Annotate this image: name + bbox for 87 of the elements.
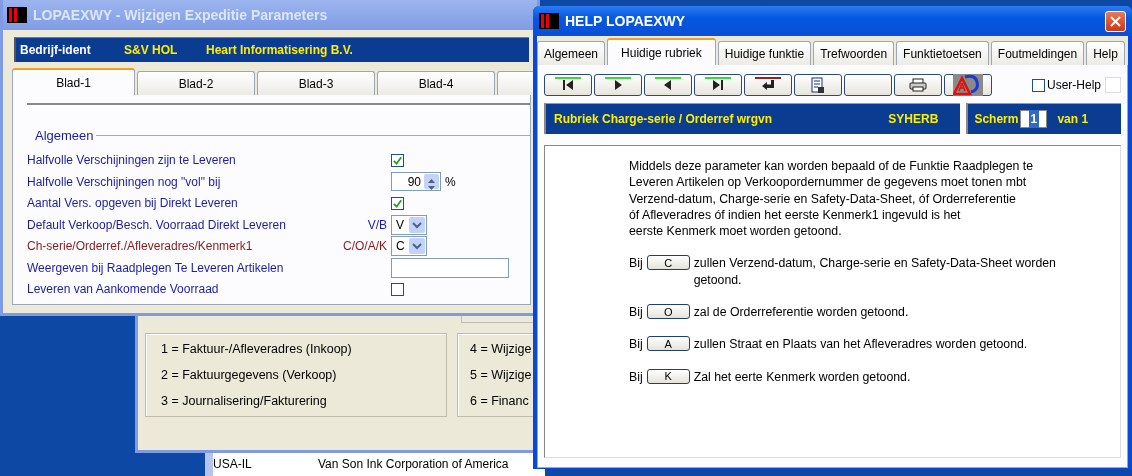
last-icon bbox=[711, 79, 725, 91]
close-button[interactable] bbox=[1105, 10, 1126, 32]
toolbar-button[interactable] bbox=[794, 74, 842, 96]
tab[interactable]: Foutmeldingen bbox=[990, 41, 1085, 65]
help-text: zullen Verzend-datum, Charge-serie en Safety-Data-Sheet worden getoond. bbox=[693, 255, 1057, 289]
window-title: HELP LOPAEXWY bbox=[565, 11, 686, 31]
key-button[interactable]: O bbox=[646, 304, 690, 320]
field-label: Weergeven bij Raadplegen Te Leveren Artikelen bbox=[27, 259, 285, 277]
tab[interactable]: Blad-4 bbox=[377, 71, 495, 95]
toolbar-button[interactable] bbox=[644, 74, 692, 96]
legend-text: 3 = Journalisering/Fakturering bbox=[161, 392, 328, 410]
rubriek-title: Rubriek Charge-serie / Orderref wrgvn bbox=[554, 111, 773, 128]
checkbox[interactable] bbox=[1032, 78, 1045, 92]
toolbar-button[interactable] bbox=[594, 74, 642, 96]
app-logo-icon bbox=[7, 7, 27, 23]
window-title: LOPAEXWY - Wijzigen Expeditie Parameters bbox=[33, 5, 328, 25]
checkbox-label: User-Help bbox=[1047, 77, 1101, 94]
checkbox[interactable] bbox=[391, 282, 404, 296]
checkmark-icon bbox=[392, 197, 403, 209]
toolbar-button[interactable] bbox=[894, 74, 942, 96]
page-total: van 1 bbox=[1057, 111, 1089, 128]
toolbar-button[interactable] bbox=[844, 74, 892, 96]
number-spinner[interactable]: 90 bbox=[391, 172, 441, 192]
legend-text: 4 = Wijzige bbox=[470, 341, 533, 358]
legend-text: 6 = Financ bbox=[470, 392, 530, 410]
tab[interactable]: Algemeen bbox=[537, 41, 606, 65]
tab[interactable]: Help bbox=[1086, 41, 1125, 65]
printer-icon bbox=[909, 78, 927, 92]
toolbar-button[interactable] bbox=[694, 74, 742, 96]
key-button[interactable]: C bbox=[646, 255, 690, 271]
warning-icon bbox=[953, 74, 983, 96]
toolbar-button[interactable] bbox=[744, 74, 792, 96]
tab[interactable]: Huidige funktie bbox=[717, 41, 812, 65]
unit-label: % bbox=[445, 173, 456, 191]
field-label: Leveren van Aankomende Voorraad bbox=[27, 281, 220, 299]
legend-text: 2 = Faktuurgegevens (Verkoop) bbox=[161, 366, 338, 384]
next-icon bbox=[613, 79, 623, 91]
field-hint: C/O/A/K bbox=[342, 238, 387, 256]
arrow-left-icon bbox=[761, 79, 775, 91]
dropdown[interactable]: C bbox=[391, 236, 427, 257]
tab[interactable]: Blad-1 bbox=[12, 68, 135, 95]
app-logo-icon bbox=[539, 13, 559, 29]
tab[interactable]: Blad-2 bbox=[137, 71, 255, 95]
help-text: Bij bbox=[629, 255, 643, 272]
field-label: Default Verkoop/Besch. Voorraad Direkt Leveren bbox=[27, 216, 287, 234]
tab[interactable]: Huidige rubriek bbox=[607, 38, 716, 65]
help-paragraph: Middels deze parameter kan worden bepaald of de Funktie Raadplegen te Leveren Artikelen op Verkoopordernummer de gegevens moet tonen mbt Verzend-datum, Charge-serie en Safety-Data-Sheet, óf Orderreferentie óf Afleveradres óf indien het eerste Kenmerk1 ingevuld is het eerste Kenmerk moet worden getoond. bbox=[629, 158, 1034, 240]
list-cell-text: USA-IL bbox=[213, 457, 253, 473]
company-code: S&V HOL bbox=[124, 42, 179, 59]
first-icon bbox=[561, 79, 575, 91]
group-title: Algemeen bbox=[34, 127, 94, 145]
legend-text: 5 = Wijzige bbox=[470, 366, 533, 384]
header-label: Bedrijf-ident bbox=[19, 42, 92, 59]
document-icon bbox=[811, 76, 825, 94]
field-label: Halfvolle Verschijningen zijn te Leveren bbox=[27, 152, 237, 170]
field-label: Aantal Vers. opgeven bij Direkt Leveren bbox=[27, 195, 239, 213]
help-text: Bij bbox=[629, 368, 643, 385]
field-label: Halfvolle Verschijningen nog "vol" bij bbox=[27, 173, 222, 191]
help-text: Bij bbox=[629, 304, 643, 321]
checkmark-icon bbox=[392, 154, 403, 166]
chevron-down-icon[interactable] bbox=[412, 220, 422, 229]
key-button[interactable]: A bbox=[646, 336, 690, 352]
close-icon bbox=[1110, 15, 1121, 27]
help-text: Bij bbox=[629, 336, 643, 353]
dropdown[interactable]: V bbox=[391, 214, 427, 235]
toolbar-button[interactable] bbox=[944, 74, 992, 96]
help-text: zal de Orderreferentie worden getoond. bbox=[693, 304, 910, 321]
page-field[interactable]: 1 bbox=[1020, 110, 1048, 128]
tab[interactable]: Trefwoorden bbox=[813, 41, 895, 65]
company-name: Heart Informatisering B.V. bbox=[206, 42, 353, 59]
field-label: Ch-serie/Orderref./Afleveradres/Kenmerk1 bbox=[27, 238, 254, 256]
input-field[interactable] bbox=[391, 257, 509, 278]
key-button[interactable]: K bbox=[646, 368, 690, 384]
help-text: Zal het eerte Kenmerk worden getoond. bbox=[693, 368, 912, 385]
help-text: zullen Straat en Plaats van het Afleveradres worden getoond. bbox=[693, 336, 1029, 353]
field-hint: V/B bbox=[366, 216, 387, 234]
list-cell-text: Van Son Ink Corporation of America bbox=[318, 457, 509, 473]
checkbox[interactable] bbox=[391, 153, 404, 167]
toolbar-button[interactable] bbox=[544, 74, 592, 96]
checkbox[interactable] bbox=[391, 196, 404, 210]
legend-text: 1 = Faktuur-/Afleveradres (Inkoop) bbox=[161, 341, 353, 358]
tab[interactable]: Blad-3 bbox=[257, 71, 375, 95]
screen-label: Scherm bbox=[974, 111, 1019, 128]
tab[interactable]: Funktietoetsen bbox=[896, 41, 989, 65]
chevron-down-icon[interactable] bbox=[412, 242, 422, 251]
rubriek-code: SYHERB bbox=[888, 111, 939, 128]
previous-icon bbox=[663, 79, 673, 91]
